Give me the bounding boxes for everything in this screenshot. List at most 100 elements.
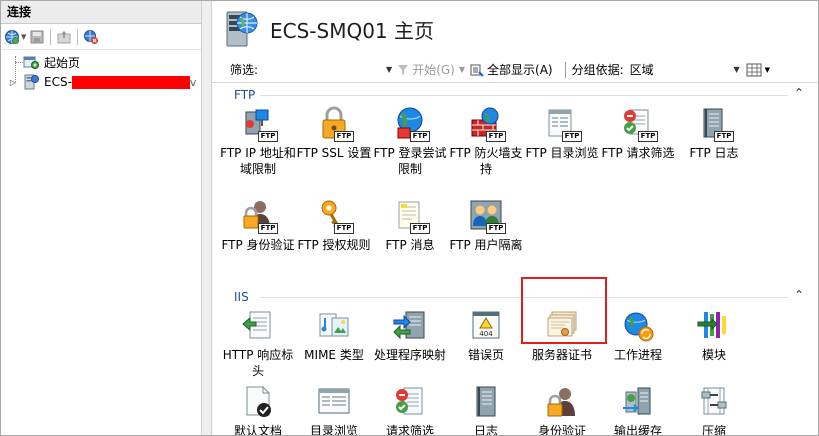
iis-manager-window: 连接 ▼ 起始页 ▷ ECS- v ECS-SMQ01 主页 筛选: ▼ 开始(… — [1, 1, 818, 435]
ftp-ip-restrict-icon: FTP — [240, 106, 278, 142]
connect-dropdown-icon[interactable]: ▼ — [21, 33, 26, 41]
feature-default-document[interactable]: 默认文档 — [220, 380, 296, 435]
group-dropdown-icon: ▼ — [733, 65, 740, 74]
collapse-chevron-icon[interactable]: ⌃ — [794, 86, 804, 100]
feature-ftp-authorization[interactable]: FTP FTP 授权规则 — [296, 194, 372, 286]
logging-icon — [468, 384, 504, 420]
server-icon — [23, 74, 41, 90]
ftp-logging-icon: FTP — [696, 106, 734, 142]
filter-label: 筛选: — [230, 63, 259, 77]
ftp-logon-attempt-icon: FTP — [392, 106, 430, 142]
http-response-headers-icon — [240, 308, 276, 344]
feature-handler-mappings[interactable]: 处理程序映射 — [372, 304, 448, 380]
svg-text:404: 404 — [479, 330, 493, 338]
section-header-iis[interactable]: IIS ⌃ — [220, 286, 810, 304]
features-pane: ECS-SMQ01 主页 筛选: ▼ 开始(G) ▼ 全部显示(A) 分组依据:… — [212, 1, 818, 435]
error-pages-icon: 404 — [468, 308, 504, 344]
default-document-icon — [240, 384, 276, 420]
toolbar-separator — [50, 28, 52, 45]
section-label-ftp: FTP — [234, 88, 256, 102]
feature-ftp-ip-restrictions[interactable]: FTP FTP IP 地址和域限制 — [220, 102, 296, 194]
ftp-user-isolation-icon: FTP — [468, 198, 506, 234]
funnel-icon — [398, 64, 409, 75]
group-by-select[interactable]: 区域 ▼ — [630, 61, 740, 78]
tree-label-server: ECS- — [44, 75, 72, 89]
connections-pane: 连接 ▼ 起始页 ▷ ECS- v — [1, 1, 201, 435]
feature-ftp-ssl[interactable]: FTP FTP SSL 设置 — [296, 102, 372, 194]
feature-ftp-logon-attempt[interactable]: FTP FTP 登录尝试限制 — [372, 102, 448, 194]
feature-directory-browsing[interactable]: 目录浏览 — [296, 380, 372, 435]
ftp-directory-browsing-icon: FTP — [544, 106, 582, 142]
group-by-value: 区域 — [629, 63, 654, 77]
iis-feature-grid: HTTP 响应标头 MIME 类型 处理程序映射 404 错误页 服务器证书 工… — [220, 304, 810, 435]
feature-ftp-request-filter[interactable]: FTP FTP 请求筛选 — [600, 102, 676, 194]
feature-ftp-messages[interactable]: FTP FTP 消息 — [372, 194, 448, 286]
page-header: ECS-SMQ01 主页 — [212, 1, 818, 57]
feature-ftp-directory-browsing[interactable]: FTP FTP 目录浏览 — [524, 102, 600, 194]
redaction-bar — [71, 75, 190, 89]
handler-mappings-icon — [392, 308, 428, 344]
ftp-feature-grid: FTP FTP IP 地址和域限制 FTP FTP SSL 设置 FTP FTP… — [220, 102, 810, 286]
pane-splitter[interactable] — [201, 1, 212, 435]
filter-toolbar: 筛选: ▼ 开始(G) ▼ 全部显示(A) 分组依据: 区域 ▼ ▼ — [212, 57, 818, 83]
section-header-ftp[interactable]: FTP ⌃ — [220, 84, 810, 102]
show-all-button[interactable]: 全部显示(A) — [470, 61, 553, 78]
connections-header: 连接 — [1, 1, 201, 24]
up-level-icon[interactable] — [56, 29, 72, 45]
start-page-icon — [23, 54, 41, 70]
feature-request-filtering[interactable]: 请求筛选 — [372, 380, 448, 435]
ftp-firewall-icon: FTP — [468, 106, 506, 142]
tree-node-start-page[interactable]: 起始页 — [1, 52, 201, 72]
group-by-label: 分组依据: — [571, 63, 624, 77]
feature-modules[interactable]: 模块 — [676, 304, 752, 380]
feature-logging[interactable]: 日志 — [448, 380, 524, 435]
feature-error-pages[interactable]: 404 错误页 — [448, 304, 524, 380]
connections-toolbar: ▼ — [1, 24, 201, 50]
view-grid-icon — [746, 63, 762, 76]
filter-separator — [564, 61, 566, 78]
start-dropdown-icon[interactable]: ▼ — [459, 65, 465, 74]
compression-icon — [696, 384, 732, 420]
feature-mime-types[interactable]: MIME 类型 — [296, 304, 372, 380]
feature-compression[interactable]: 压缩 — [676, 380, 752, 435]
highlight-box-server-certificates — [521, 277, 607, 344]
output-caching-icon — [620, 384, 656, 420]
worker-processes-icon — [620, 308, 656, 344]
section-label-iis: IIS — [234, 290, 249, 304]
view-dropdown-icon: ▼ — [764, 65, 771, 74]
feature-output-caching[interactable]: 输出缓存 — [600, 380, 676, 435]
filter-dropdown-icon[interactable]: ▼ — [386, 65, 392, 74]
authentication-icon — [544, 384, 580, 420]
feature-worker-processes[interactable]: 工作进程 — [600, 304, 676, 380]
filter-input[interactable] — [262, 61, 382, 79]
tree-label-start-page: 起始页 — [44, 55, 81, 70]
connections-tree: 起始页 ▷ ECS- v — [1, 50, 201, 92]
mime-types-icon — [316, 308, 352, 344]
feature-ftp-firewall[interactable]: FTP FTP 防火墙支持 — [448, 102, 524, 194]
request-filtering-icon — [392, 384, 428, 420]
features-view: FTP ⌃ FTP FTP IP 地址和域限制 FTP FTP SSL 设置 F… — [212, 84, 818, 435]
view-toggle-button[interactable]: ▼ — [746, 63, 770, 77]
feature-authentication[interactable]: 身份验证 — [524, 380, 600, 435]
ftp-messages-icon: FTP — [392, 198, 430, 234]
modules-icon — [696, 308, 732, 344]
save-icon[interactable] — [29, 29, 45, 45]
page-title: ECS-SMQ01 主页 — [270, 18, 435, 43]
disconnect-icon[interactable] — [83, 29, 99, 45]
show-all-icon — [470, 64, 484, 77]
connect-globe-icon[interactable] — [4, 29, 20, 45]
server-home-icon — [220, 9, 260, 49]
tree-expand-icon[interactable]: ▷ — [7, 78, 19, 87]
ftp-authorization-icon: FTP — [316, 198, 354, 234]
start-filter-button[interactable]: 开始(G) — [397, 61, 455, 78]
feature-http-response-headers[interactable]: HTTP 响应标头 — [220, 304, 296, 380]
ftp-ssl-icon: FTP — [316, 106, 354, 142]
directory-browsing-icon — [316, 384, 352, 420]
feature-ftp-user-isolation[interactable]: FTP FTP 用户隔离 — [448, 194, 524, 286]
show-all-label: 全部显示(A) — [487, 63, 553, 77]
tree-node-server[interactable]: ▷ ECS- v — [1, 72, 201, 92]
ftp-request-filter-icon: FTP — [620, 106, 658, 142]
collapse-chevron-icon[interactable]: ⌃ — [794, 288, 804, 302]
feature-ftp-logging[interactable]: FTP FTP 日志 — [676, 102, 752, 194]
feature-ftp-authentication[interactable]: FTP FTP 身份验证 — [220, 194, 296, 286]
